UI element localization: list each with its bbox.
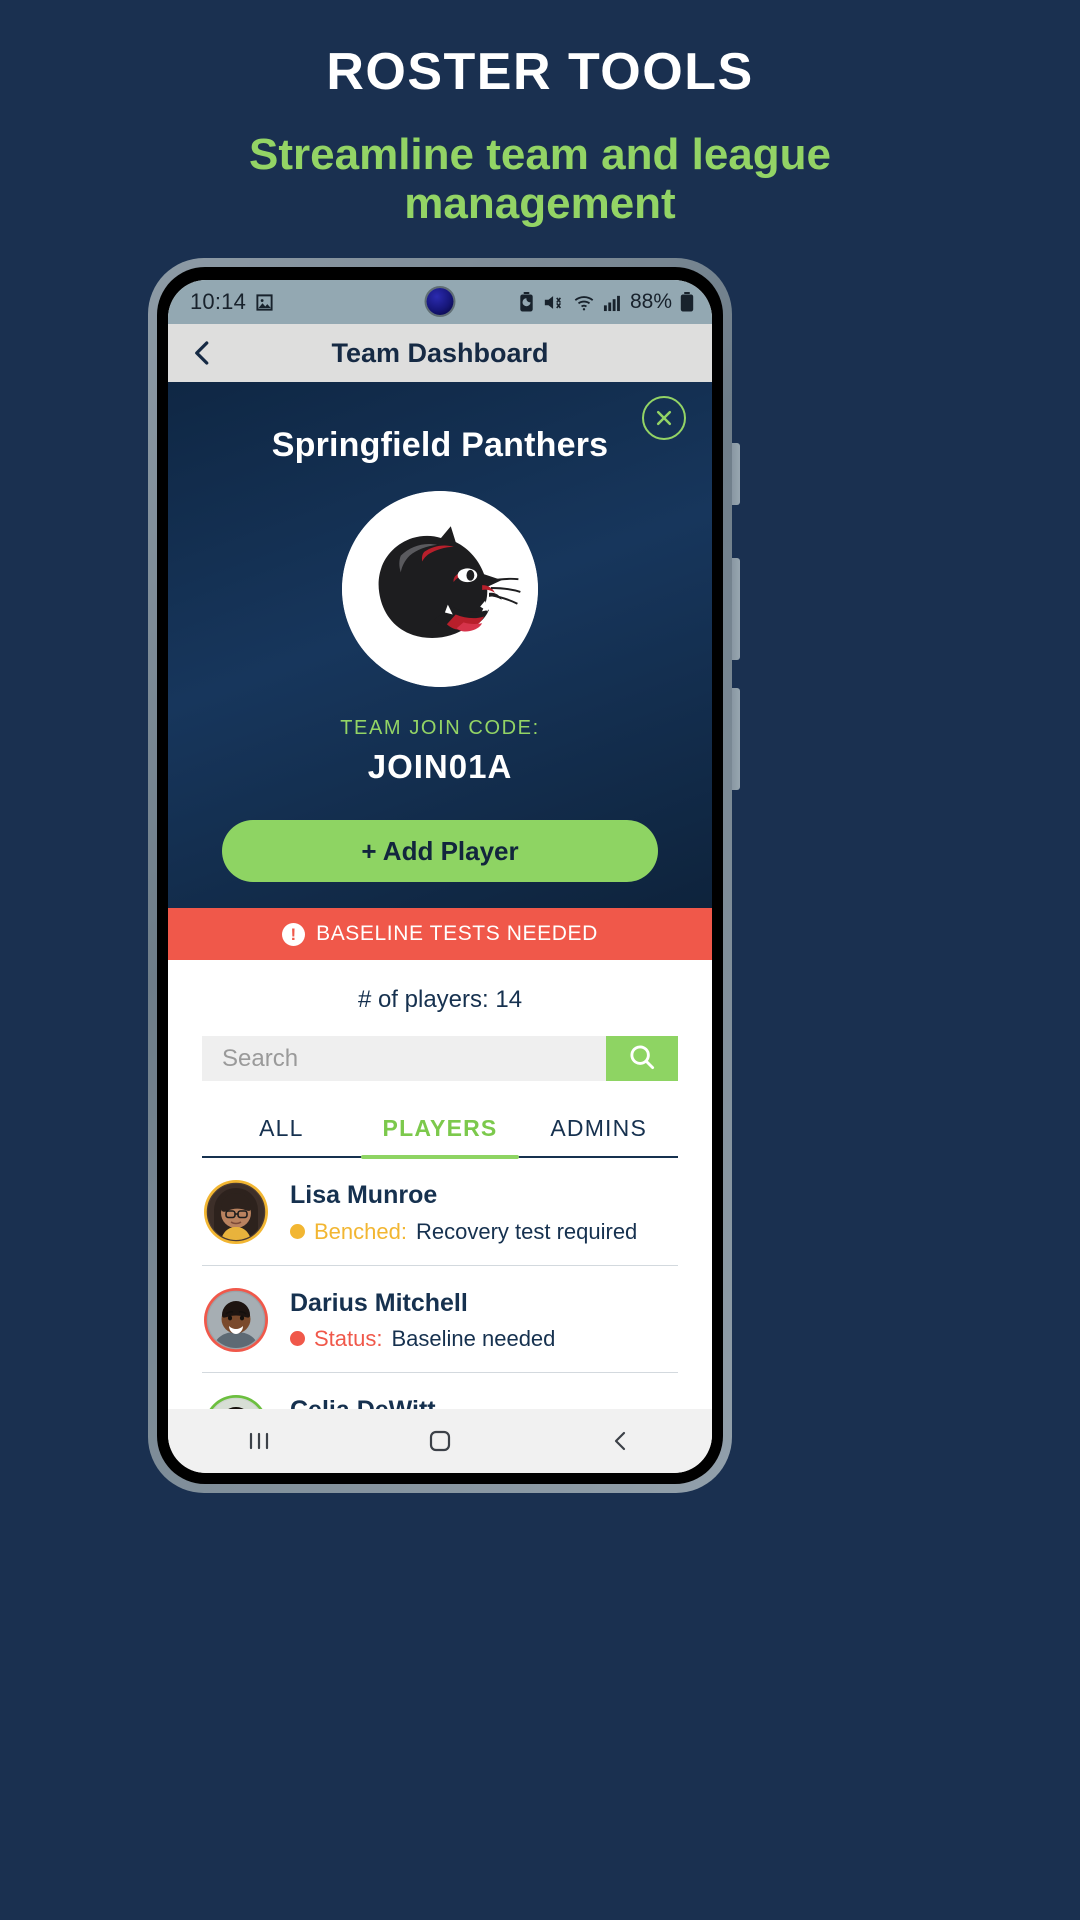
team-logo bbox=[342, 491, 538, 687]
tab-all[interactable]: ALL bbox=[202, 1115, 361, 1156]
front-camera-punch-hole bbox=[426, 288, 454, 315]
team-hero: Springfield Panthers TEAM JOIN CODE: JOI… bbox=[168, 382, 712, 908]
join-code-label: TEAM JOIN CODE: bbox=[340, 717, 540, 739]
player-name: Lisa Munroe bbox=[290, 1181, 438, 1210]
promo-title: ROSTER TOOLS bbox=[326, 43, 754, 101]
app-bar: Team Dashboard bbox=[168, 324, 712, 382]
battery-saver-icon bbox=[518, 292, 535, 312]
phone-frame: 10:14 88% Team Dashboard Springfield Pan… bbox=[148, 258, 732, 1493]
search-button[interactable] bbox=[606, 1036, 678, 1082]
image-icon bbox=[255, 293, 274, 312]
add-player-button[interactable]: + Add Player bbox=[222, 820, 658, 882]
phone-mockup: 10:14 88% Team Dashboard Springfield Pan… bbox=[148, 258, 740, 1493]
battery-percent-label: 88% bbox=[629, 290, 672, 313]
home-button[interactable] bbox=[400, 1409, 480, 1473]
battery-icon bbox=[680, 292, 694, 312]
avatar bbox=[204, 1287, 268, 1352]
baseline-alert-banner[interactable]: ! BASELINE TESTS NEEDED bbox=[168, 908, 712, 960]
player-count-label: # of players: 14 bbox=[357, 986, 523, 1013]
phone-bezel: 10:14 88% Team Dashboard Springfield Pan… bbox=[157, 267, 723, 1484]
status-dot bbox=[290, 1331, 305, 1347]
page-title: Team Dashboard bbox=[331, 337, 549, 368]
tab-players[interactable]: PLAYERS bbox=[360, 1115, 520, 1160]
back-chevron-icon[interactable] bbox=[188, 338, 218, 368]
android-nav-bar bbox=[168, 1409, 712, 1473]
status-value: Baseline needed bbox=[391, 1325, 556, 1351]
wifi-icon bbox=[573, 293, 595, 312]
list-item[interactable]: Lisa Munroe Benched: Recovery test requi… bbox=[202, 1158, 678, 1266]
status-label: Status: bbox=[314, 1325, 383, 1351]
alert-exclamation-icon: ! bbox=[282, 922, 306, 946]
promo-subtitle: Streamline team and league management bbox=[249, 130, 831, 229]
player-status: Status: Baseline needed bbox=[290, 1326, 555, 1352]
team-name: Springfield Panthers bbox=[271, 426, 609, 464]
player-list: Lisa Munroe Benched: Recovery test requi… bbox=[202, 1158, 678, 1409]
join-code-value: JOIN01A bbox=[367, 748, 513, 785]
search-row bbox=[202, 1036, 678, 1082]
player-status: Benched: Recovery test required bbox=[290, 1219, 637, 1245]
close-icon[interactable] bbox=[642, 396, 686, 440]
signal-icon bbox=[603, 293, 622, 312]
player-name: Celia DeWitt bbox=[290, 1395, 568, 1409]
status-time: 10:14 bbox=[190, 289, 247, 314]
tab-admins[interactable]: ADMINS bbox=[519, 1115, 678, 1156]
search-icon bbox=[627, 1042, 657, 1075]
list-item[interactable]: Celia DeWitt Status: Baseline 06/22/23 bbox=[202, 1373, 678, 1409]
roster-panel: # of players: 14 ALL PLAYERS bbox=[168, 960, 712, 1409]
back-button[interactable] bbox=[581, 1409, 661, 1473]
mute-icon bbox=[543, 293, 565, 312]
player-name: Darius Mitchell bbox=[290, 1288, 468, 1317]
recents-button[interactable] bbox=[219, 1409, 299, 1473]
status-value: Recovery test required bbox=[415, 1218, 638, 1244]
list-item[interactable]: Darius Mitchell Status: Baseline needed bbox=[202, 1266, 678, 1373]
roster-tabs: ALL PLAYERS ADMINS bbox=[202, 1115, 678, 1160]
alert-text: BASELINE TESTS NEEDED bbox=[316, 922, 598, 945]
avatar bbox=[204, 1180, 268, 1245]
status-dot bbox=[290, 1224, 305, 1240]
search-input[interactable] bbox=[202, 1036, 606, 1082]
promo-header: ROSTER TOOLS Streamline team and league … bbox=[0, 0, 1080, 229]
phone-screen: 10:14 88% Team Dashboard Springfield Pan… bbox=[168, 280, 712, 1473]
status-label: Benched: bbox=[314, 1218, 407, 1244]
avatar bbox=[204, 1394, 268, 1409]
status-bar: 10:14 88% bbox=[168, 280, 712, 324]
panther-mascot-icon bbox=[342, 491, 538, 687]
